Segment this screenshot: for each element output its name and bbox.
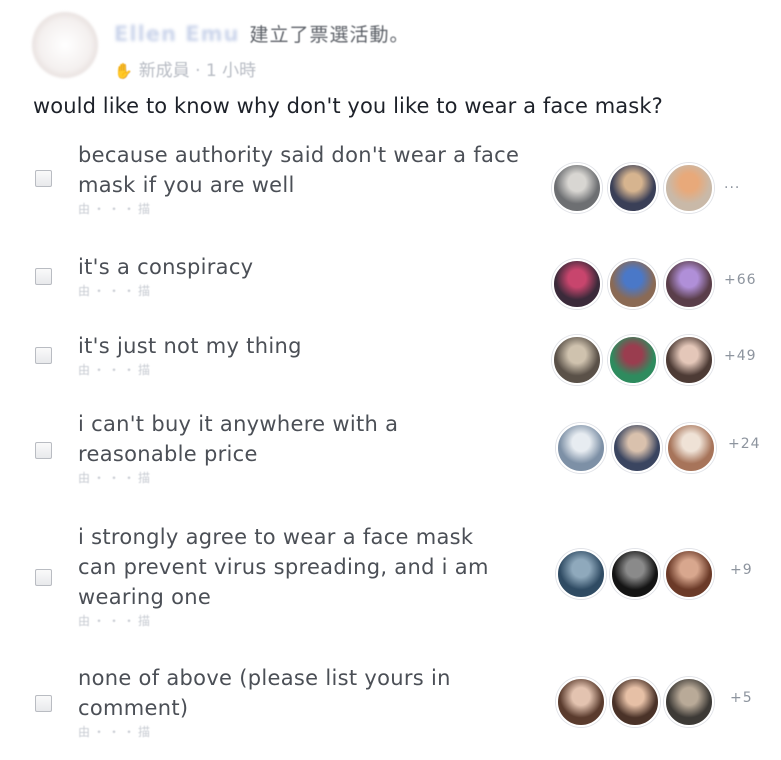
voter-avatar[interactable]	[664, 259, 714, 309]
voter-avatar[interactable]	[552, 163, 602, 213]
voter-avatar[interactable]	[664, 335, 714, 385]
option-line: i can't buy it anywhere with a	[78, 412, 399, 436]
more-voters-link[interactable]: +5	[730, 690, 753, 706]
poll-post: Ellen Emu 建立了票選活動。 ✋ 新成員 · 1 小時 would like…	[0, 0, 781, 760]
voter-avatar[interactable]	[612, 423, 662, 473]
option-line: mask if you are well	[78, 173, 295, 197]
voter-avatar[interactable]	[610, 677, 660, 727]
option-line: reasonable price	[78, 442, 258, 466]
voter-avatar[interactable]	[608, 259, 658, 309]
author-avatar[interactable]	[32, 12, 98, 78]
author-line: Ellen Emu 建立了票選活動。	[114, 20, 409, 47]
option-text[interactable]: i can't buy it anywhere with a reasonabl…	[78, 409, 538, 487]
option-added-by: 由・・・描	[78, 471, 154, 485]
option-added-by: 由・・・描	[78, 725, 154, 739]
option-checkbox[interactable]	[35, 442, 52, 459]
option-line: comment)	[78, 696, 189, 720]
option-line: none of above (please list yours in	[78, 666, 451, 690]
option-text[interactable]: it's just not my thing 由・・・描	[78, 331, 538, 379]
voter-avatar[interactable]	[556, 549, 606, 599]
voter-avatar[interactable]	[664, 163, 714, 213]
option-line: wearing one	[78, 585, 212, 609]
author-action: 建立了票選活動。	[249, 24, 410, 46]
option-checkbox[interactable]	[35, 347, 52, 364]
more-voters-link[interactable]: +9	[730, 562, 753, 578]
more-voters-link[interactable]: +24	[728, 436, 761, 452]
option-text[interactable]: it's a conspiracy 由・・・描	[78, 252, 538, 300]
option-checkbox[interactable]	[35, 569, 52, 586]
option-text[interactable]: because authority said don't wear a face…	[78, 140, 538, 218]
poll-question: would like to know why don't you like to…	[33, 94, 663, 118]
option-line: i strongly agree to wear a face mask	[78, 525, 474, 549]
author-name[interactable]: Ellen Emu	[114, 22, 239, 46]
voter-avatar[interactable]	[552, 259, 602, 309]
voter-avatar[interactable]	[664, 677, 714, 727]
voter-avatar[interactable]	[608, 163, 658, 213]
option-text[interactable]: none of above (please list yours in comm…	[78, 663, 538, 741]
voter-avatar[interactable]	[556, 677, 606, 727]
option-line: can prevent virus spreading, and i am	[78, 555, 489, 579]
voter-avatar[interactable]	[664, 549, 714, 599]
post-meta-text[interactable]: 新成員 · 1 小時	[139, 61, 256, 81]
option-added-by: 由・・・描	[78, 202, 154, 216]
option-added-by: 由・・・描	[78, 284, 154, 298]
new-member-icon: ✋	[114, 62, 133, 80]
option-added-by: 由・・・描	[78, 363, 154, 377]
voter-avatar[interactable]	[556, 423, 606, 473]
option-line: it's just not my thing	[78, 334, 302, 358]
option-text[interactable]: i strongly agree to wear a face mask can…	[78, 522, 538, 630]
voter-avatar[interactable]	[552, 335, 602, 385]
more-voters-link[interactable]: +66	[724, 272, 757, 288]
more-voters-link[interactable]: +49	[724, 348, 757, 364]
voter-avatar[interactable]	[666, 423, 716, 473]
option-added-by: 由・・・描	[78, 614, 154, 628]
option-checkbox[interactable]	[35, 268, 52, 285]
option-checkbox[interactable]	[35, 170, 52, 187]
option-line: because authority said don't wear a face	[78, 143, 520, 167]
post-meta: ✋ 新成員 · 1 小時	[114, 56, 256, 81]
option-line: it's a conspiracy	[78, 255, 254, 279]
voter-avatar[interactable]	[610, 549, 660, 599]
more-voters-link[interactable]: ...	[724, 176, 740, 192]
option-checkbox[interactable]	[35, 695, 52, 712]
voter-avatar[interactable]	[608, 335, 658, 385]
